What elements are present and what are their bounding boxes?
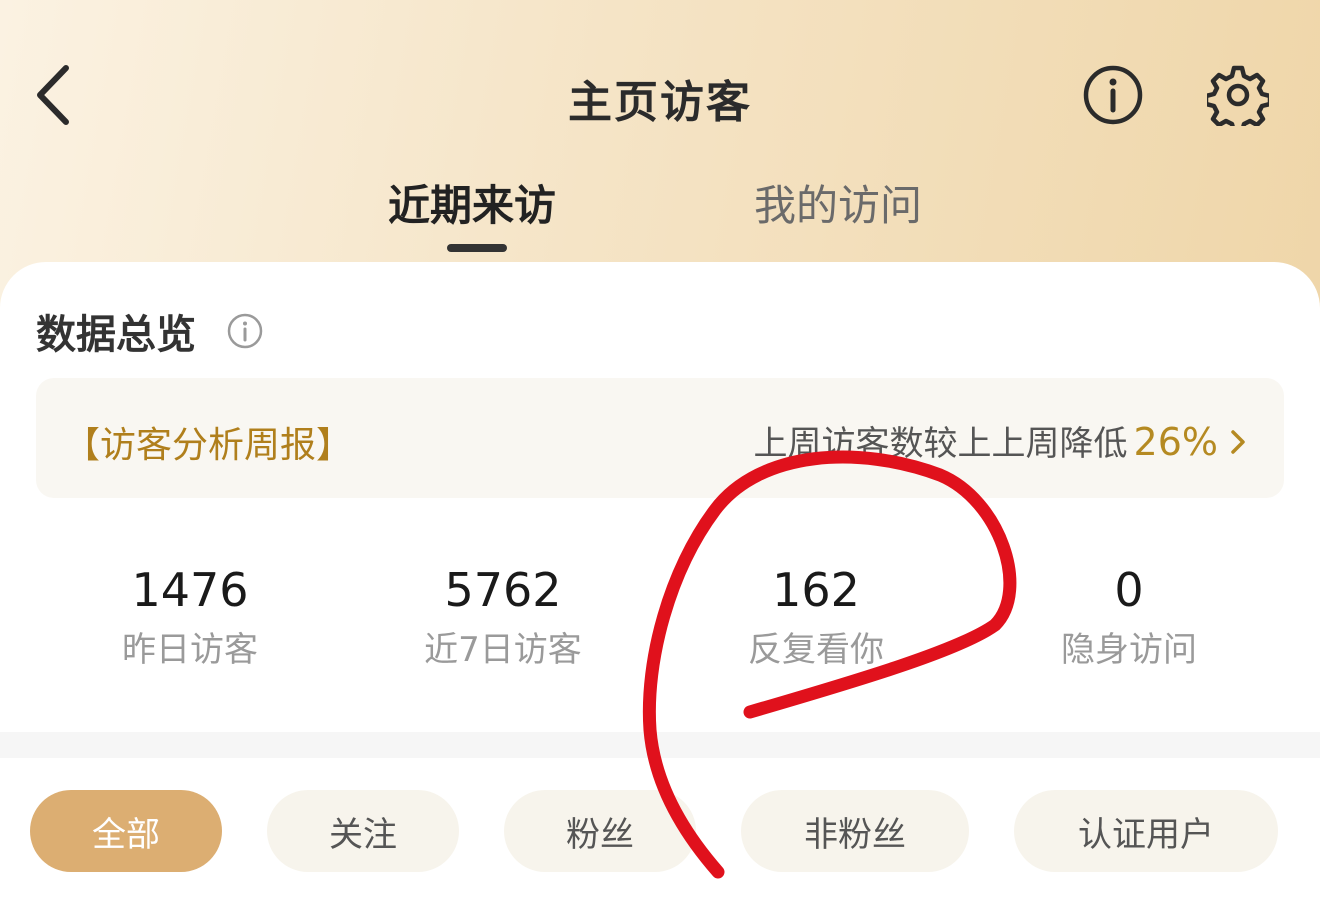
stat-value: 5762 <box>444 563 562 617</box>
report-change-percent: 26% <box>1133 420 1218 464</box>
stat-value: 162 <box>772 563 860 617</box>
filter-chip-following[interactable]: 关注 <box>267 790 459 872</box>
stat-value: 1476 <box>131 563 249 617</box>
tab-my-visits[interactable]: 我的访问 <box>754 172 922 233</box>
stat-hidden-visits[interactable]: 0 隐身访问 <box>969 560 1289 680</box>
section-divider <box>0 732 1320 758</box>
filter-chip-fans[interactable]: 粉丝 <box>504 790 696 872</box>
filter-chip-verified[interactable]: 认证用户 <box>1014 790 1278 872</box>
settings-button[interactable] <box>1203 64 1273 135</box>
report-summary-text: 上周访客数较上上周降低 <box>753 424 1128 464</box>
stat-yesterday-visitors[interactable]: 1476 昨日访客 <box>30 560 350 680</box>
active-tab-indicator <box>447 244 507 252</box>
info-icon <box>1083 65 1143 125</box>
stat-label: 近7日访客 <box>424 630 582 670</box>
section-title: 数据总览 <box>36 312 196 358</box>
info-icon <box>227 313 263 349</box>
info-button[interactable] <box>1082 64 1144 126</box>
stat-label: 反复看你 <box>748 630 884 670</box>
report-label: 【访客分析周报】 <box>64 425 353 466</box>
weekly-report-banner[interactable]: 【访客分析周报】 上周访客数较上上周降低 26% <box>36 378 1284 498</box>
filter-chip-all[interactable]: 全部 <box>30 790 222 872</box>
report-summary: 上周访客数较上上周降低 26% <box>754 416 1248 466</box>
stat-label: 隐身访问 <box>1061 630 1197 670</box>
stat-value: 0 <box>1114 563 1144 617</box>
stat-7day-visitors[interactable]: 5762 近7日访客 <box>343 560 663 680</box>
tab-recent-visits[interactable]: 近期来访 <box>388 172 556 233</box>
overview-info-button[interactable] <box>226 312 264 350</box>
filter-chip-non-fans[interactable]: 非粉丝 <box>741 790 969 872</box>
stat-repeat-viewers[interactable]: 162 反复看你 <box>656 560 976 680</box>
chevron-right-icon <box>1228 426 1248 466</box>
settings-gear-icon <box>1203 65 1273 135</box>
stat-label: 昨日访客 <box>122 630 258 670</box>
